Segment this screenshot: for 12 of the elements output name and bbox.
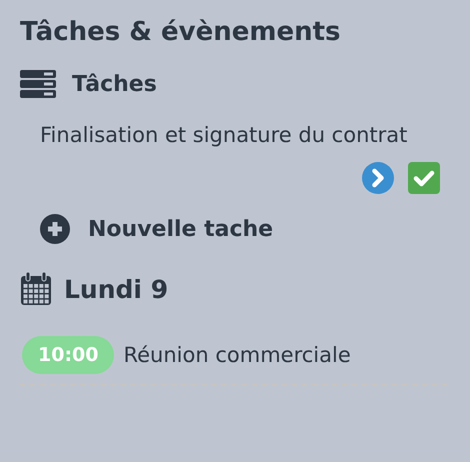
section-heading: Tâches	[72, 72, 157, 96]
chevron-right-icon[interactable]	[362, 162, 394, 194]
time-badge: 10:00	[22, 336, 114, 374]
task-text: Finalisation et signature du contrat	[40, 122, 408, 149]
checkmark-icon[interactable]	[408, 162, 440, 194]
panel-title: Tâches & évènements	[20, 16, 342, 49]
event-title[interactable]: Réunion commerciale	[123, 343, 351, 367]
day-heading: Lundi 9	[64, 274, 168, 304]
plus-icon[interactable]	[40, 214, 70, 244]
new-task-link[interactable]: Nouvelle tache	[88, 216, 274, 242]
list-icon	[20, 70, 56, 98]
calendar-icon	[20, 272, 52, 306]
